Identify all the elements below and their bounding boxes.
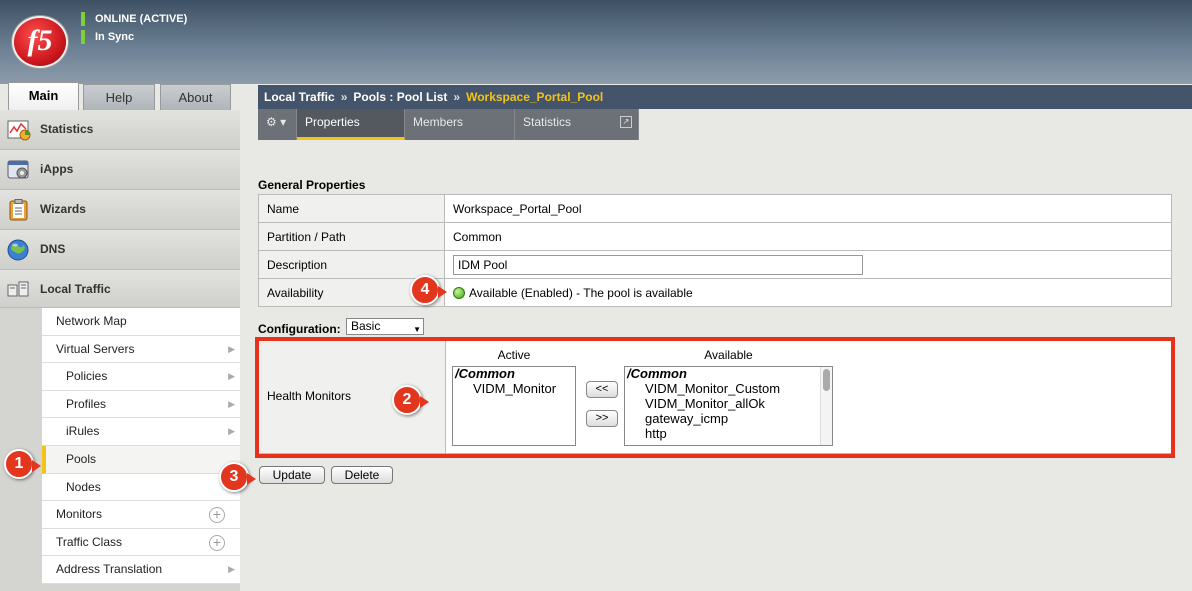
iapps-gear-icon [7,159,31,181]
statistics-chart-icon [7,119,31,141]
submenu-label: Policies [66,369,108,384]
status-green-circle-icon [453,287,465,300]
submenu-label: Pools [66,451,97,466]
sidebar-item-label: DNS [40,242,66,256]
tab-statistics[interactable]: Statistics ↗ [515,109,639,140]
submenu-network-map[interactable]: Network Map [42,308,240,336]
chevron-right-icon: ▶ [228,426,235,437]
submenu-label: Network Map [56,314,127,328]
configuration-selected: Basic [351,319,381,333]
sidebar-item-label: iApps [40,162,74,176]
tab-main[interactable]: Main [8,82,79,110]
tab-properties[interactable]: Properties [297,109,405,140]
chevron-right-icon: ▶ [228,398,235,409]
dns-globe-icon [7,239,31,261]
chevron-right-icon: ▶ [228,371,235,382]
submenu-label: Profiles [66,396,107,411]
sidebar-item-label: Wizards [40,202,86,216]
submenu-policies[interactable]: Policies ▶ [42,363,240,391]
configuration-label: Configuration: [258,322,341,336]
sidebar-item-dns[interactable]: DNS [0,230,240,270]
breadcrumb: Local Traffic » Pools : Pool List » Workspac… [258,85,1192,109]
chevron-down-icon: ▼ [413,325,421,334]
tab-statistics-label: Statistics [523,115,572,129]
table-row: Partition / Path Common [258,222,1172,251]
sidebar-item-iapps[interactable]: iApps [0,150,240,190]
chevron-right-icon: ▶ [228,343,235,354]
submenu-virtual-servers[interactable]: Virtual Servers ▶ [42,335,240,364]
table-row: Name Workspace_Portal_Pool [258,194,1172,223]
submenu-irules[interactable]: iRules ▶ [42,418,240,446]
breadcrumb-separator: » [453,90,461,104]
callout-badge-2: 2 [392,385,429,415]
submenu-label: Address Translation [56,562,163,577]
breadcrumb-local-traffic[interactable]: Local Traffic [264,90,335,104]
delete-button[interactable]: Delete [331,466,393,484]
description-cell [444,250,1172,279]
row-label: Partition / Path [258,222,445,251]
configuration-select[interactable]: Basic ▼ [346,318,424,335]
description-input[interactable] [453,254,863,275]
add-traffic-class-icon[interactable]: + [209,534,225,551]
submenu-label: Traffic Class [56,534,123,549]
submenu-label: iRules [66,424,100,439]
local-traffic-submenu: Network Map Virtual Servers ▶ Policies ▶ P… [42,308,240,584]
chevron-right-icon: ▶ [228,564,235,575]
submenu-label: Monitors [56,507,103,522]
add-monitor-icon[interactable]: + [209,507,225,524]
breadcrumb-pool-list[interactable]: Pools : Pool List [353,90,447,104]
section-title-general: General Properties [258,178,366,192]
sidebar-item-label: Local Traffic [40,282,111,296]
pool-name-value: Workspace_Portal_Pool [444,194,1172,223]
submenu-nodes[interactable]: Nodes [42,473,240,502]
table-row: Description [258,250,1172,279]
general-properties-table: Name Workspace_Portal_Pool Partition / P… [258,194,1172,307]
sidebar-item-statistics[interactable]: Statistics [0,110,240,150]
submenu-pools[interactable]: Pools [42,445,240,474]
row-label: Description [258,250,445,279]
callout-badge-4: 4 [410,275,447,305]
sidebar-item-local-traffic[interactable]: Local Traffic [0,270,240,308]
sidebar-item-wizards[interactable]: Wizards [0,190,240,230]
submenu-label: Virtual Servers [56,341,135,356]
f5-logo: f5 [14,18,66,66]
availability-cell: Available (Enabled) - The pool is availa… [444,278,1172,307]
status-online: ONLINE (ACTIVE) [81,12,187,26]
sidebar-item-label: Statistics [40,122,94,136]
tab-members[interactable]: Members [405,109,515,140]
breadcrumb-separator: » [340,90,348,104]
breadcrumb-current: Workspace_Portal_Pool [466,90,604,104]
callout-badge-3: 3 [219,462,256,492]
submenu-traffic-class[interactable]: Traffic Class + [42,528,240,557]
settings-menu-button[interactable]: ⚙ ▾ [258,109,297,140]
table-row: Availability Available (Enabled) - The p… [258,278,1172,307]
gear-icon: ⚙ ▾ [266,115,287,129]
submenu-address-translation[interactable]: Address Translation ▶ [42,556,240,584]
local-traffic-icon [7,279,31,301]
row-label: Name [258,194,445,223]
tab-about[interactable]: About [160,84,231,110]
submenu-monitors[interactable]: Monitors + [42,501,240,529]
tab-help[interactable]: Help [83,84,155,110]
availability-value: Available (Enabled) - The pool is availa… [469,285,693,300]
partition-value: Common [444,222,1172,251]
wizards-clipboard-icon [7,199,31,221]
external-link-icon[interactable]: ↗ [620,116,632,128]
submenu-profiles[interactable]: Profiles ▶ [42,390,240,419]
submenu-label: Nodes [66,479,101,494]
update-button[interactable]: Update [259,466,325,484]
status-sync[interactable]: In Sync [81,30,134,44]
header-bar: f5 ONLINE (ACTIVE) In Sync [0,0,1192,84]
callout-badge-1: 1 [4,449,41,479]
